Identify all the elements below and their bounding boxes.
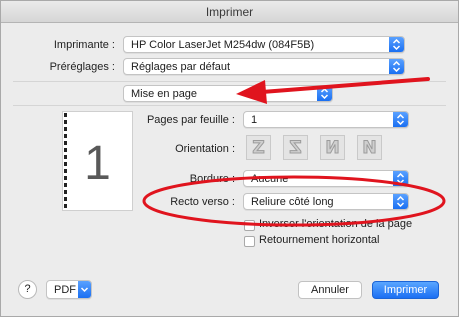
orientation-label: Orientation : — [175, 143, 235, 155]
preview-page-number: 1 — [84, 137, 111, 190]
orientation-icon: Z — [289, 138, 302, 159]
orientation-option-2[interactable]: Z — [283, 135, 308, 160]
title-bar: Imprimer — [1, 1, 458, 23]
border-chevron-icon — [393, 171, 408, 186]
section-value: Mise en page — [131, 88, 198, 100]
border-value: Aucune — [251, 173, 289, 185]
orientation-option-4[interactable]: N — [357, 135, 382, 160]
pages-per-sheet-chevron-icon — [393, 112, 408, 127]
presets-chevron-icon — [389, 59, 404, 74]
printer-select[interactable]: HP Color LaserJet M254dw (084F5B) — [123, 36, 405, 53]
pages-per-sheet-select[interactable]: 1 — [243, 111, 409, 128]
separator — [13, 105, 446, 106]
separator — [13, 81, 446, 82]
border-label: Bordure : — [189, 173, 235, 185]
printer-label: Imprimante : — [53, 39, 115, 51]
pdf-label: PDF — [54, 284, 76, 296]
duplex-select[interactable]: Reliure côté long — [243, 193, 409, 210]
duplex-label: Recto verso : — [170, 196, 235, 208]
binding-edge-indicator — [64, 113, 67, 209]
printer-value: HP Color LaserJet M254dw (084F5B) — [131, 39, 315, 51]
pdf-chevron-down-icon — [78, 281, 91, 298]
print-button[interactable]: Imprimer — [372, 281, 439, 299]
reverse-orientation-checkbox[interactable] — [244, 220, 255, 231]
section-select[interactable]: Mise en page — [123, 85, 333, 102]
flip-horizontal-label: Retournement horizontal — [259, 234, 380, 246]
section-chevron-icon — [317, 86, 332, 101]
presets-label: Préréglages : — [49, 61, 115, 73]
duplex-value: Reliure côté long — [251, 196, 334, 208]
orientation-icon: N — [362, 138, 377, 159]
border-select[interactable]: Aucune — [243, 170, 409, 187]
orientation-icon: N — [325, 138, 340, 159]
pages-per-sheet-value: 1 — [251, 114, 258, 126]
orientation-icon: Z — [252, 138, 265, 159]
printer-chevron-icon — [389, 37, 404, 52]
cancel-button[interactable]: Annuler — [298, 281, 362, 299]
help-button[interactable]: ? — [18, 280, 37, 299]
window-title: Imprimer — [205, 5, 254, 19]
pdf-menu-button[interactable]: PDF — [46, 280, 92, 299]
reverse-orientation-label: Inverser l'orientation de la page — [259, 218, 413, 230]
pages-per-sheet-label: Pages par feuille : — [146, 114, 235, 126]
page-preview: 1 — [62, 111, 133, 211]
orientation-option-3[interactable]: N — [320, 135, 345, 160]
presets-value: Réglages par défaut — [131, 61, 231, 73]
duplex-chevron-icon — [393, 194, 408, 209]
presets-select[interactable]: Réglages par défaut — [123, 58, 405, 75]
print-dialog: Imprimer Imprimante : HP Color LaserJet … — [0, 0, 459, 317]
orientation-option-1[interactable]: Z — [246, 135, 271, 160]
flip-horizontal-checkbox[interactable] — [244, 236, 255, 247]
